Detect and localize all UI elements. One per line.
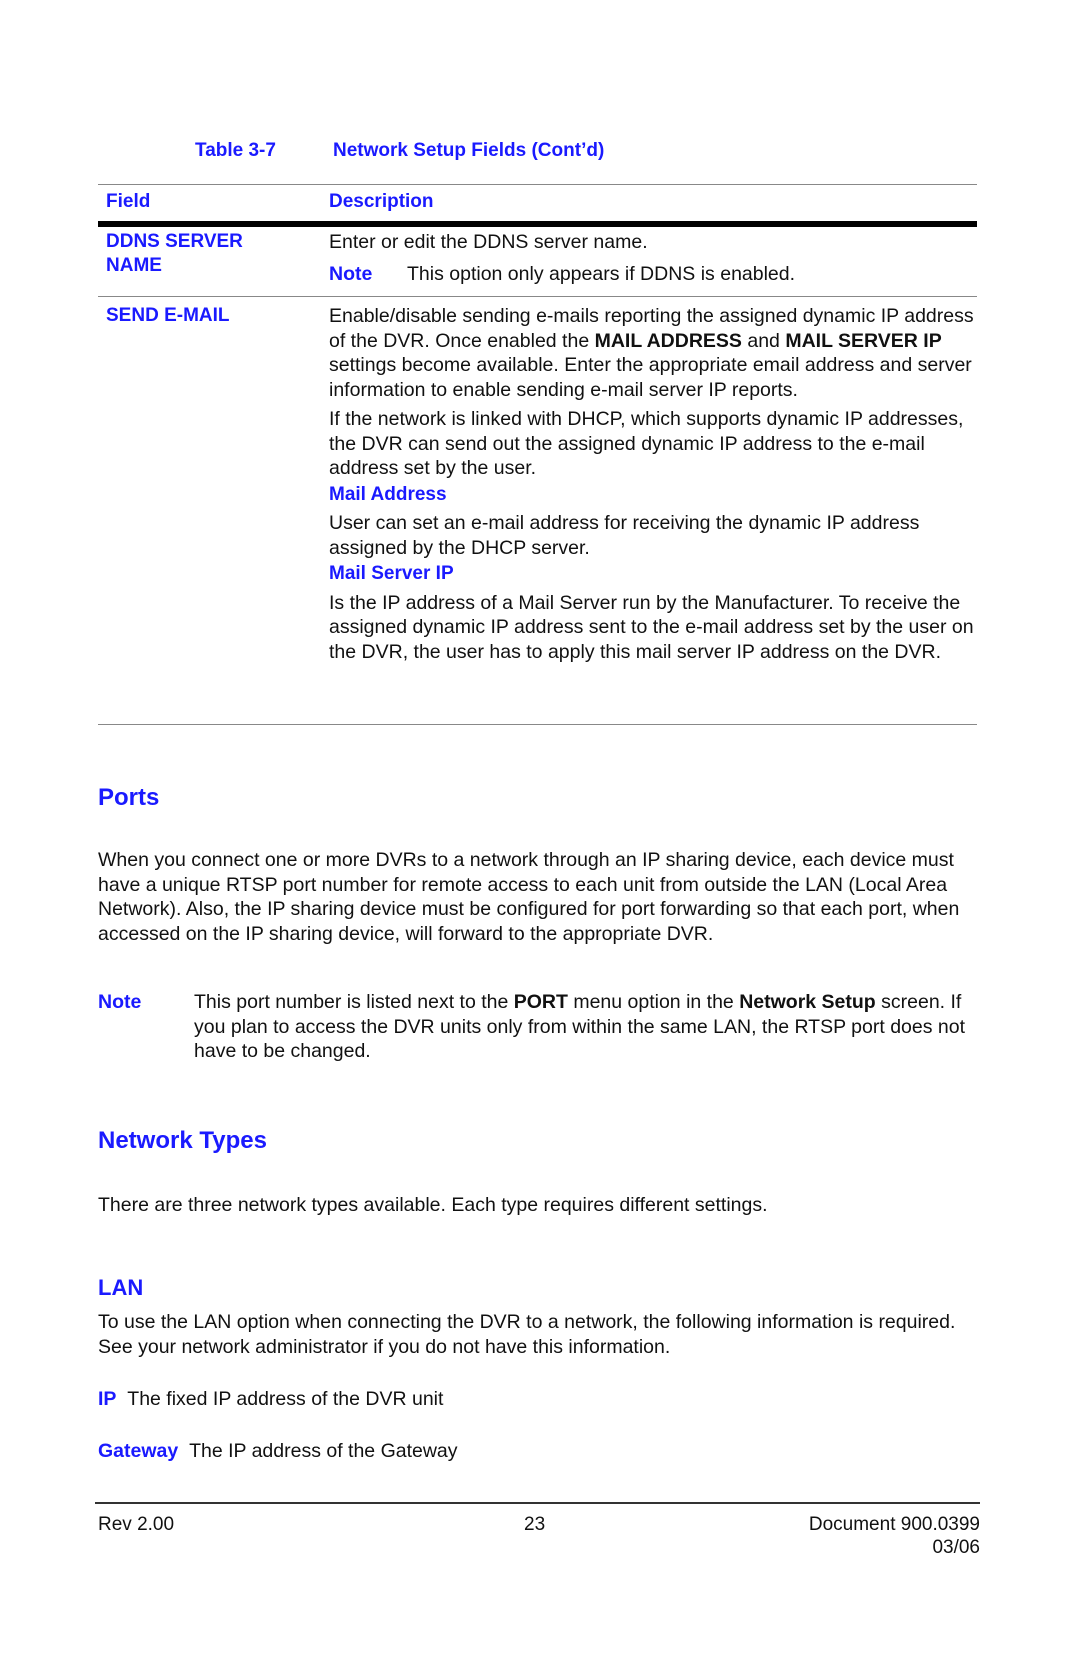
bold-term: PORT	[513, 991, 568, 1013]
row-divider	[98, 296, 977, 297]
column-header-description: Description	[329, 191, 434, 212]
lan-item-ip: IP The fixed IP address of the DVR unit	[98, 1387, 443, 1412]
bold-term: Network Setup	[739, 991, 876, 1013]
document-date: 03/06	[932, 1537, 980, 1558]
table-bottom-rule	[98, 724, 977, 725]
description-text: Enter or edit the DDNS server name.	[329, 231, 648, 253]
footer-document: Document 900.0399 03/06	[809, 1513, 980, 1559]
note-text: This port number is listed next to the P…	[194, 990, 978, 1064]
bold-term: MAIL ADDRESS	[594, 329, 742, 352]
mail-server-ip-text: Is the IP address of a Mail Server run b…	[329, 591, 974, 663]
lan-item-gateway: Gateway The IP address of the Gateway	[98, 1439, 458, 1464]
field-name-line1: DDNS SERVER	[106, 231, 243, 252]
lan-body: To use the LAN option when connecting th…	[98, 1311, 956, 1358]
text: settings become available. Enter the app…	[329, 354, 972, 401]
field-send-email: SEND E-MAIL	[106, 305, 230, 326]
lan-item-label: IP	[98, 1388, 117, 1410]
heading-lan: LAN	[98, 1275, 144, 1300]
subheading-mail-server-ip: Mail Server IP	[329, 563, 454, 584]
table-number: Table 3-7	[195, 140, 276, 161]
note: Note This option only appears if DDNS is …	[329, 262, 979, 287]
mail-address-text: User can set an e-mail address for recei…	[329, 512, 920, 559]
footer-revision: Rev 2.00	[98, 1514, 175, 1535]
note-label: Note	[329, 262, 373, 285]
lan-item-text: The IP address of the Gateway	[189, 1440, 458, 1462]
lan-item-text: The fixed IP address of the DVR unit	[127, 1388, 444, 1410]
text: and	[741, 329, 786, 352]
bold-term: MAIL SERVER IP	[785, 329, 942, 352]
heading-ports: Ports	[98, 784, 160, 811]
ports-note: Note This port number is listed next to …	[98, 990, 978, 1064]
heading-network-types: Network Types	[98, 1127, 267, 1154]
footer-rule	[95, 1502, 980, 1504]
footer-page-number: 23	[524, 1514, 546, 1535]
lan-item-label: Gateway	[98, 1440, 179, 1462]
network-types-body: There are three network types available.…	[98, 1194, 768, 1216]
field-ddns-server-name: DDNS SERVER NAME	[106, 230, 243, 278]
table-top-rule	[98, 184, 977, 185]
column-header-field: Field	[106, 191, 151, 212]
table-header-rule	[98, 221, 977, 227]
send-email-paragraph-1: Enable/disable sending e-mails reporting…	[329, 304, 979, 402]
table-title: Network Setup Fields (Cont’d)	[333, 140, 605, 161]
field-name-line2: NAME	[106, 255, 162, 276]
ports-body: When you connect one or more DVRs to a n…	[98, 849, 960, 945]
note-label: Note	[98, 991, 142, 1013]
send-email-paragraph-2: If the network is linked with DHCP, whic…	[329, 408, 964, 479]
description-send-email: Enable/disable sending e-mails reporting…	[329, 304, 979, 664]
text: This port number is listed next to the	[194, 991, 514, 1013]
subheading-mail-address: Mail Address	[329, 483, 447, 505]
note-text: This option only appears if DDNS is enab…	[407, 262, 796, 285]
document-number: Document 900.0399	[808, 1514, 980, 1535]
table-caption: Table 3-7 Network Setup Fields (Cont’d)	[195, 140, 604, 162]
text: menu option in the	[567, 991, 740, 1013]
description-ddns-server-name: Enter or edit the DDNS server name. Note…	[329, 230, 979, 286]
